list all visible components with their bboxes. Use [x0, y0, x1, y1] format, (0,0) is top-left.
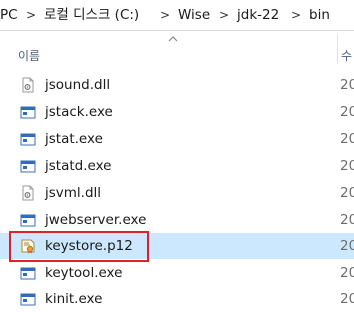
breadcrumb-separator-icon[interactable]: > [291, 7, 301, 23]
dll-file-icon [22, 77, 34, 93]
file-row[interactable]: jstat.exe 20 [0, 126, 354, 152]
file-row[interactable]: keytool.exe 20 [0, 260, 354, 286]
column-modified-header[interactable]: 수 [341, 47, 352, 64]
exe-file-icon [20, 133, 36, 146]
breadcrumb-item-pc[interactable]: PC [0, 6, 18, 24]
column-name-header[interactable]: 이름 [18, 47, 40, 64]
file-date: 20 [340, 265, 354, 281]
file-row[interactable]: jstatd.exe 20 [0, 153, 354, 179]
file-name: keytool.exe [45, 265, 123, 281]
file-name: jstack.exe [45, 104, 113, 120]
file-date: 20 [340, 158, 354, 174]
file-name: jwebserver.exe [45, 212, 147, 228]
breadcrumb-item-jdk[interactable]: jdk-22 [237, 6, 279, 24]
breadcrumb-separator-icon[interactable]: > [26, 7, 36, 23]
file-date: 20 [340, 131, 354, 147]
file-name: jsvml.dll [45, 185, 102, 201]
file-date: 20 [340, 104, 354, 120]
breadcrumb-item-wise[interactable]: Wise [178, 6, 210, 24]
file-date: 20 [340, 238, 354, 254]
file-row[interactable]: jsvml.dll 20 [0, 180, 354, 206]
file-date: 20 [340, 77, 354, 93]
breadcrumb-separator-icon[interactable]: > [160, 7, 170, 23]
exe-file-icon [20, 214, 36, 227]
file-row[interactable]: jstack.exe 20 [0, 99, 354, 125]
file-row[interactable]: jwebserver.exe 20 [0, 207, 354, 233]
annotation-highlight-box [9, 231, 149, 262]
file-date: 20 [340, 185, 354, 201]
exe-file-icon [20, 106, 36, 119]
file-name: jsound.dll [45, 77, 111, 93]
exe-file-icon [20, 293, 36, 306]
dll-file-icon [22, 185, 34, 201]
sort-ascending-icon [168, 36, 178, 42]
exe-file-icon [20, 160, 36, 173]
breadcrumb-item-local-disk[interactable]: 로컬 디스크 (C:) [44, 6, 139, 24]
address-bar[interactable]: PC > 로컬 디스크 (C:) > Wise > jdk-22 > bin [0, 0, 354, 31]
file-date: 20 [340, 212, 354, 228]
file-name: jstat.exe [45, 131, 103, 147]
file-name: kinit.exe [45, 291, 103, 307]
file-row[interactable]: jsound.dll 20 [0, 72, 354, 98]
exe-file-icon [20, 267, 36, 280]
file-date: 20 [340, 291, 354, 307]
file-name: jstatd.exe [45, 158, 112, 174]
breadcrumb-item-bin[interactable]: bin [309, 6, 330, 24]
column-divider[interactable] [337, 34, 338, 64]
breadcrumb-separator-icon[interactable]: > [219, 7, 229, 23]
file-row[interactable]: kinit.exe 20 [0, 286, 354, 312]
column-header: 이름 수 [0, 30, 354, 65]
